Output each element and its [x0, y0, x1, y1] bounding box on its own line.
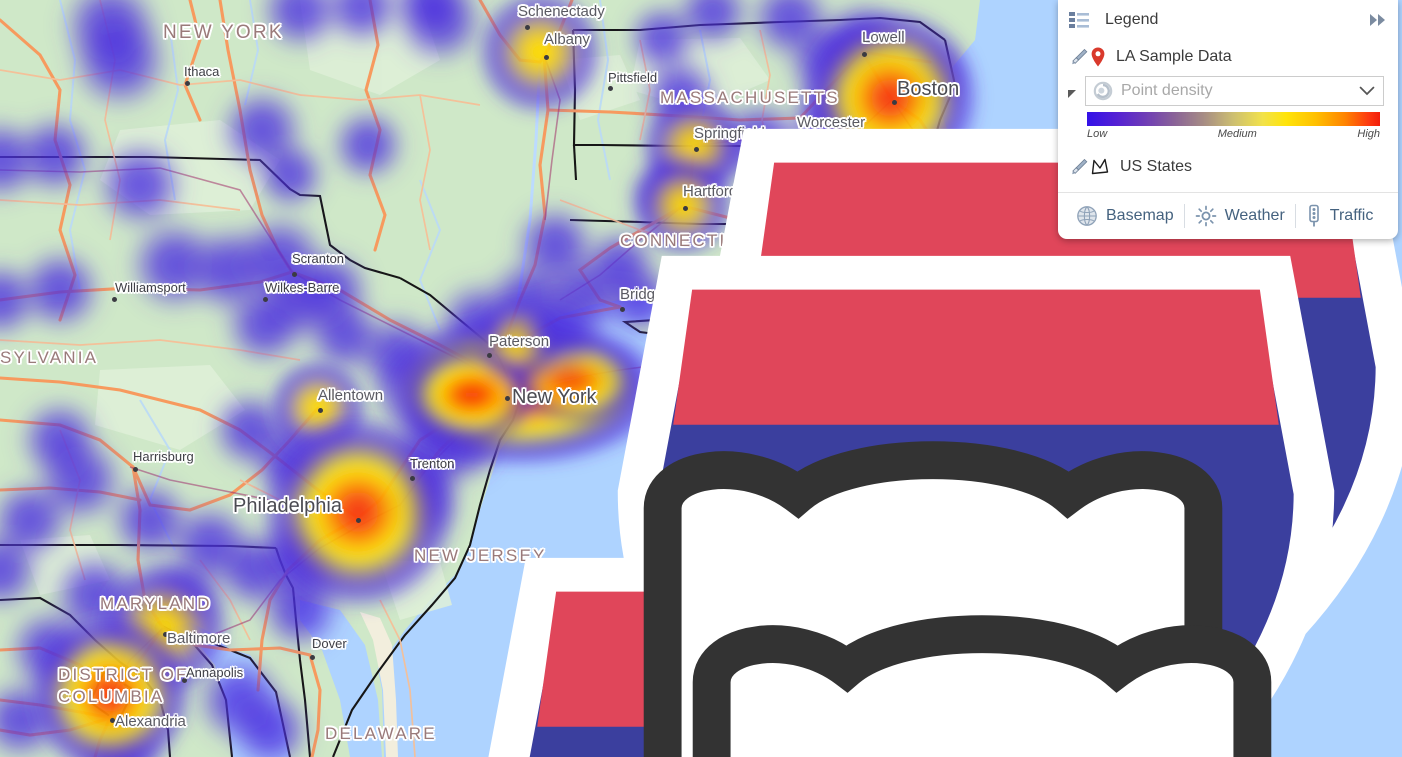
layer-label-us-states: US States — [1120, 158, 1193, 175]
legend-list-icon — [1069, 12, 1089, 28]
chevron-down-icon[interactable] — [1359, 86, 1375, 96]
renderer-dropdown[interactable]: Point density — [1085, 76, 1384, 106]
map-pin-icon — [1089, 46, 1107, 68]
traffic-button[interactable]: Traffic — [1296, 200, 1384, 232]
point-density-swirl-icon — [1093, 81, 1113, 101]
ramp-label-high: High — [1357, 128, 1380, 140]
renderer-placeholder: Point density — [1121, 82, 1213, 99]
traffic-light-icon — [1306, 204, 1322, 228]
weather-label: Weather — [1224, 207, 1285, 224]
ramp-label-medium: Medium — [1217, 128, 1257, 140]
polygon-outline-icon — [1089, 157, 1111, 177]
paintbrush-icon[interactable] — [1069, 47, 1089, 67]
legend-panel[interactable]: Legend LA Sample Data Point density Low … — [1058, 0, 1398, 239]
triangle-collapse-icon[interactable] — [1068, 89, 1076, 98]
basemap-label: Basemap — [1106, 207, 1174, 224]
legend-title: Legend — [1105, 11, 1159, 28]
ramp-label-low: Low — [1087, 128, 1108, 140]
legend-header: Legend — [1058, 0, 1398, 40]
layer-row-us-states[interactable]: US States — [1058, 150, 1398, 184]
globe-icon — [1076, 205, 1098, 227]
layer-row-la-sample-data[interactable]: LA Sample Data — [1058, 40, 1398, 74]
paintbrush-icon[interactable] — [1069, 157, 1089, 177]
double-chevron-right-icon[interactable] — [1368, 13, 1388, 27]
renderer-row[interactable]: Point density — [1058, 74, 1398, 108]
color-ramp-block: Low Medium High — [1058, 108, 1398, 142]
sun-icon — [1195, 205, 1217, 227]
color-ramp-bar — [1087, 112, 1380, 126]
color-ramp-labels: Low Medium High — [1087, 128, 1380, 140]
layer-label-la-sample-data: LA Sample Data — [1116, 48, 1232, 65]
basemap-button[interactable]: Basemap — [1066, 201, 1184, 231]
map-application: NEW YORK MASSACHUSETTS CONNECTICUT RHODE ISL… — [0, 0, 1402, 757]
traffic-label: Traffic — [1329, 207, 1374, 224]
weather-button[interactable]: Weather — [1185, 201, 1295, 231]
legend-footer: Basemap Weather Traffic — [1058, 193, 1398, 239]
